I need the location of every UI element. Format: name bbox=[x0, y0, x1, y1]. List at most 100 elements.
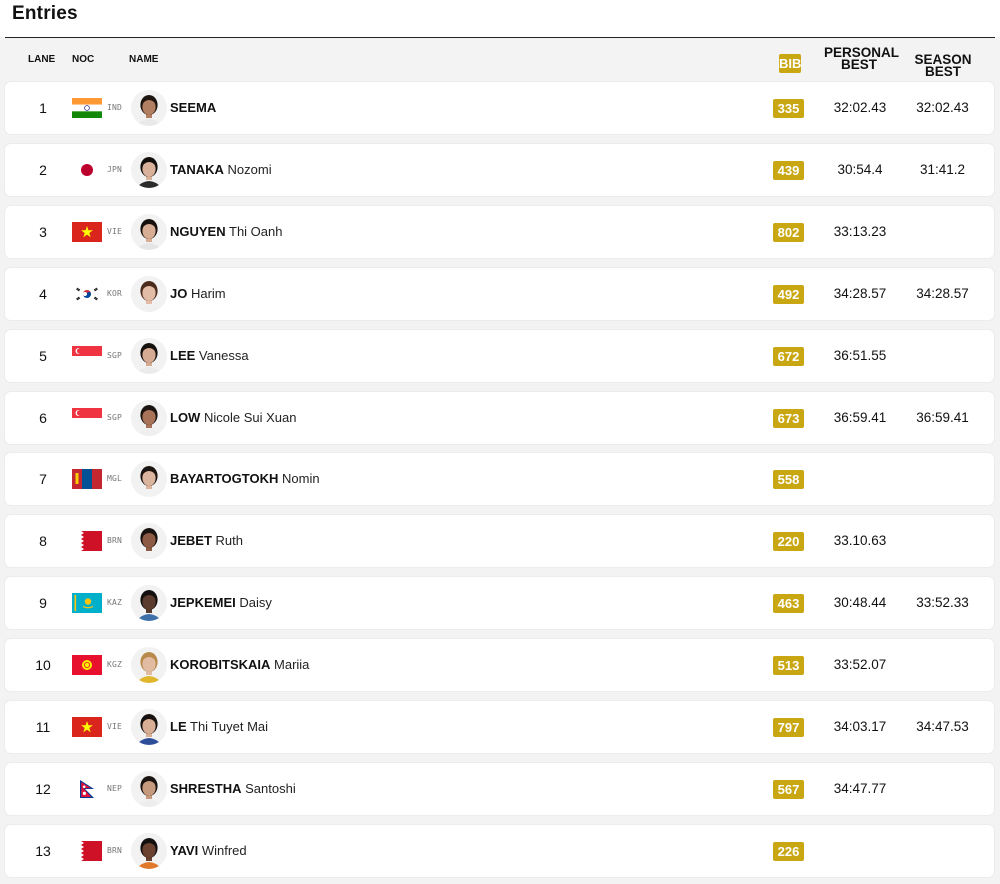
ind-flag-icon bbox=[72, 98, 102, 118]
athlete-name-link[interactable]: TANAKA Nozomi bbox=[170, 162, 272, 177]
athlete-name-link[interactable]: JO Harim bbox=[170, 286, 226, 301]
athlete-last-name: SHRESTHA bbox=[170, 781, 242, 796]
season-best-value: 34:47.53 bbox=[916, 719, 969, 734]
avatar bbox=[131, 523, 167, 559]
lane-number: 12 bbox=[35, 781, 51, 797]
noc-code: VIE bbox=[107, 722, 123, 731]
athlete-name-link[interactable]: LE Thi Tuyet Mai bbox=[170, 719, 268, 734]
avatar bbox=[131, 400, 167, 436]
noc-code: KAZ bbox=[107, 598, 123, 607]
avatar bbox=[131, 647, 167, 683]
personal-best-value: 36:51.55 bbox=[833, 348, 887, 363]
table-row[interactable]: 5 SGP LEE Vanessa 672 36:51.55 bbox=[5, 330, 994, 382]
athlete-last-name: LEE bbox=[170, 348, 196, 363]
athlete-last-name: SEEMA bbox=[170, 100, 217, 115]
bib-badge: 439 bbox=[773, 161, 804, 180]
athlete-last-name: TANAKA bbox=[170, 162, 224, 177]
kaz-flag-icon bbox=[72, 593, 102, 613]
athlete-name-link[interactable]: BAYARTOGTOKH Nomin bbox=[170, 471, 320, 486]
athlete-name-link[interactable]: YAVI Winfred bbox=[170, 843, 247, 858]
personal-best-value: 33.10.63 bbox=[833, 533, 887, 548]
athlete-name-link[interactable]: LOW Nicole Sui Xuan bbox=[170, 410, 296, 425]
athlete-first-name: Santoshi bbox=[245, 781, 296, 796]
noc-code: BRN bbox=[107, 846, 123, 855]
noc-code: KGZ bbox=[107, 660, 123, 669]
table-row[interactable]: 3 VIE NGUYEN Thi Oanh 802 33:13.23 bbox=[5, 206, 994, 258]
athlete-name-link[interactable]: LEE Vanessa bbox=[170, 348, 249, 363]
athlete-name-link[interactable]: KOROBITSKAIA Mariia bbox=[170, 657, 309, 672]
lane-number: 6 bbox=[39, 410, 47, 426]
lane-number: 2 bbox=[39, 162, 47, 178]
bib-badge: 220 bbox=[773, 532, 804, 551]
bib-badge: 226 bbox=[773, 842, 804, 861]
avatar bbox=[131, 214, 167, 250]
lane-number: 5 bbox=[39, 348, 47, 364]
avatar bbox=[131, 90, 167, 126]
table-row[interactable]: 1 IND SEEMA 335 32:02.43 32:02.43 bbox=[5, 82, 994, 134]
column-header-name: NAME bbox=[129, 54, 159, 65]
vie-flag-icon bbox=[72, 717, 102, 737]
noc-code: IND bbox=[107, 103, 123, 112]
table-row[interactable]: 2 JPN TANAKA Nozomi 439 30:54.4 31:41.2 bbox=[5, 144, 994, 196]
bib-badge: 672 bbox=[773, 347, 804, 366]
personal-best-value: 30:54.4 bbox=[837, 162, 883, 177]
column-header-bib: BIB bbox=[779, 54, 802, 73]
personal-best-value: 34:47.77 bbox=[833, 781, 887, 796]
lane-number: 9 bbox=[39, 595, 47, 611]
table-row[interactable]: 10 KGZ KOROBITSKAIA Mariia 513 33:52.07 bbox=[5, 639, 994, 691]
lane-number: 7 bbox=[39, 471, 47, 487]
column-header-lane: LANE bbox=[28, 54, 56, 65]
season-best-value: 36:59.41 bbox=[916, 410, 969, 425]
athlete-last-name: LOW bbox=[170, 410, 201, 425]
bib-badge: 802 bbox=[773, 223, 804, 242]
table-row[interactable]: 13 BRN YAVI Winfred 226 bbox=[5, 825, 994, 877]
table-row[interactable]: 4 KOR JO Harim 492 34:28.57 34:28.57 bbox=[5, 268, 994, 320]
lane-number: 4 bbox=[39, 286, 47, 302]
table-row[interactable]: 7 MGL BAYARTOGTOKH Nomin 558 bbox=[5, 453, 994, 505]
table-row[interactable]: 9 KAZ JEPKEMEI Daisy 463 30:48.44 33:52.33 bbox=[5, 577, 994, 629]
athlete-first-name: Harim bbox=[190, 286, 226, 301]
personal-best-value: 34:28.57 bbox=[833, 286, 887, 301]
personal-best-value: 32:02.43 bbox=[833, 100, 887, 115]
personal-best-value: 33:13.23 bbox=[833, 224, 887, 239]
noc-code: SGP bbox=[107, 351, 123, 360]
table-row[interactable]: 12 NEP SHRESTHA Santoshi 567 34:47.77 bbox=[5, 763, 994, 815]
athlete-last-name: BAYARTOGTOKH bbox=[170, 471, 279, 486]
noc-code: VIE bbox=[107, 227, 123, 236]
lane-number: 1 bbox=[39, 100, 47, 116]
athlete-first-name: Nozomi bbox=[227, 162, 272, 177]
sgp-flag-icon bbox=[72, 408, 102, 428]
bib-badge: 335 bbox=[773, 99, 804, 118]
athlete-last-name: JO bbox=[170, 286, 188, 301]
athlete-name-link[interactable]: JEBET Ruth bbox=[170, 533, 243, 548]
avatar bbox=[131, 709, 167, 745]
athlete-name-link[interactable]: SEEMA bbox=[170, 100, 216, 115]
avatar bbox=[131, 461, 167, 497]
noc-code: NEP bbox=[107, 784, 123, 793]
table-row[interactable]: 8 BRN JEBET Ruth 220 33.10.63 bbox=[5, 515, 994, 567]
athlete-first-name: Daisy bbox=[239, 595, 272, 610]
personal-best-value: 33:52.07 bbox=[833, 657, 887, 672]
athlete-name-link[interactable]: JEPKEMEI Daisy bbox=[170, 595, 272, 610]
table-row[interactable]: 11 VIE LE Thi Tuyet Mai 797 34:03.17 34:47.53 bbox=[5, 701, 994, 753]
table-row[interactable]: 6 SGP LOW Nicole Sui Xuan 673 36:59.41 36:59.… bbox=[5, 392, 994, 444]
athlete-first-name: Ruth bbox=[215, 533, 243, 548]
lane-number: 8 bbox=[39, 533, 47, 549]
athlete-name-link[interactable]: SHRESTHA Santoshi bbox=[170, 781, 296, 796]
athlete-first-name: Thi Tuyet Mai bbox=[190, 719, 269, 734]
avatar bbox=[131, 585, 167, 621]
noc-code: SGP bbox=[107, 413, 123, 422]
personal-best-value: 36:59.41 bbox=[833, 410, 887, 425]
sgp-flag-icon bbox=[72, 346, 102, 366]
bib-badge: 463 bbox=[773, 594, 804, 613]
brn-flag-icon bbox=[72, 531, 102, 551]
avatar bbox=[131, 338, 167, 374]
lane-number: 11 bbox=[35, 719, 51, 735]
bib-badge: 673 bbox=[773, 409, 804, 428]
mgl-flag-icon bbox=[72, 469, 102, 489]
nep-flag-icon bbox=[72, 779, 102, 799]
athlete-last-name: NGUYEN bbox=[170, 224, 226, 239]
athlete-name-link[interactable]: NGUYEN Thi Oanh bbox=[170, 224, 283, 239]
bib-badge: 513 bbox=[773, 656, 804, 675]
lane-number: 10 bbox=[35, 657, 51, 673]
